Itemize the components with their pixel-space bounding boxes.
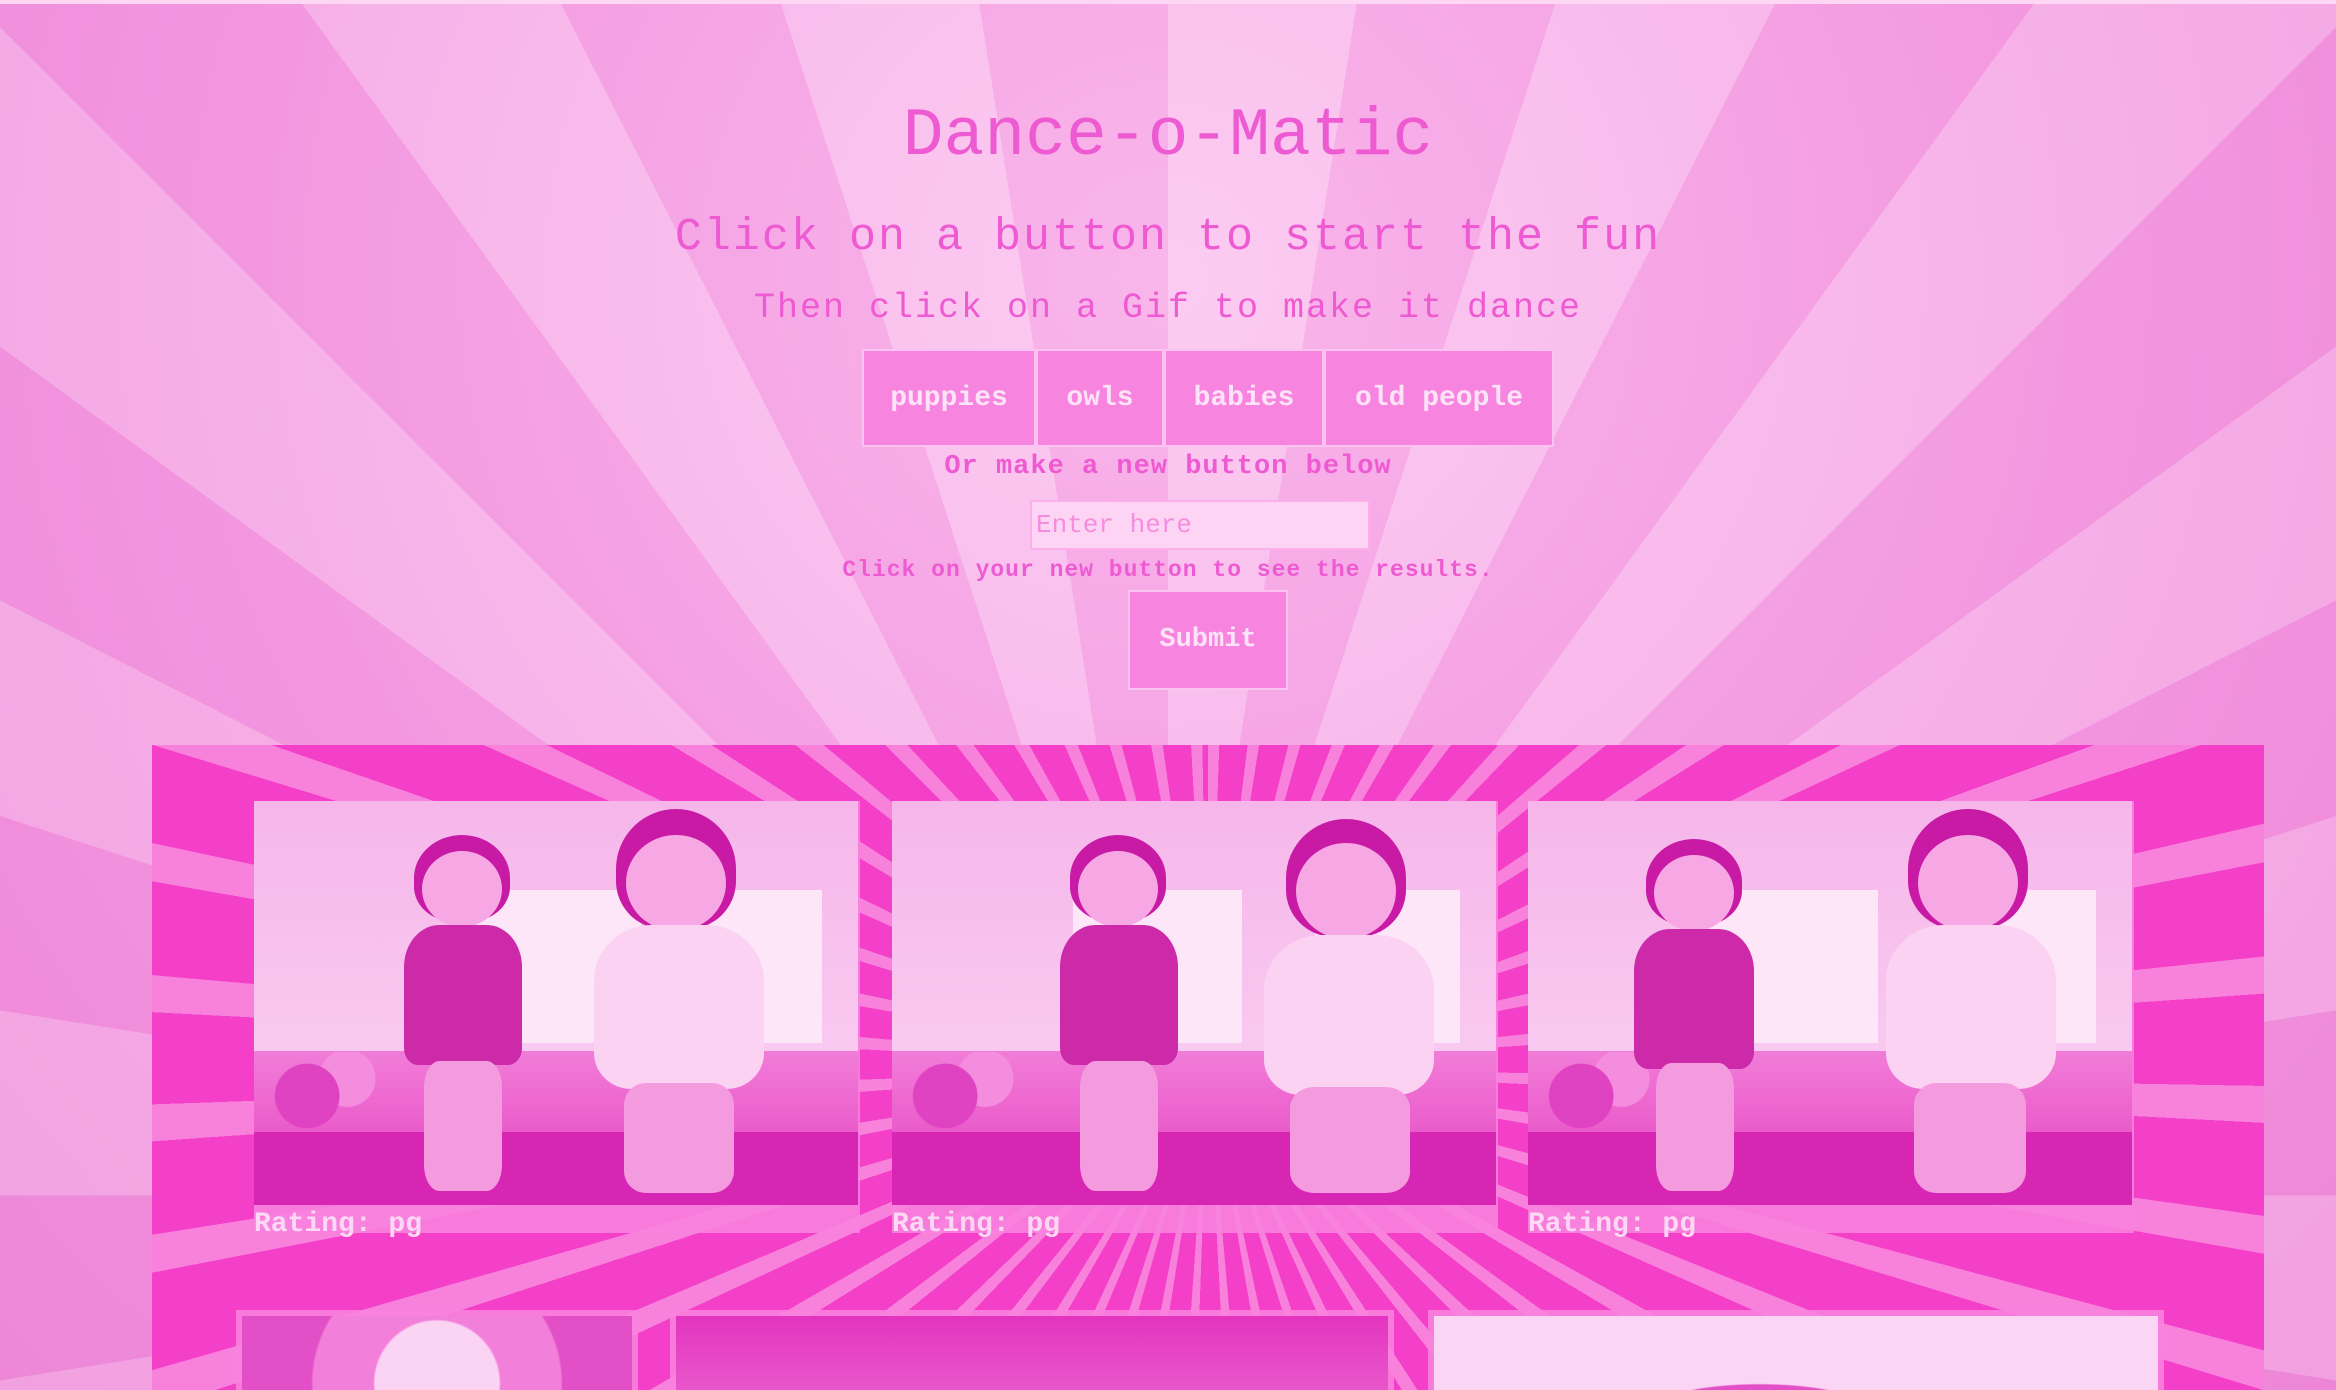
submit-button[interactable]: Submit bbox=[1128, 590, 1288, 690]
child-legs bbox=[1080, 1061, 1158, 1191]
topic-button-babies[interactable]: babies bbox=[1164, 349, 1324, 447]
gif-card: Rating: pg bbox=[892, 801, 1498, 1240]
child-body bbox=[594, 925, 764, 1089]
new-button-hint: Click on your new button to see the resu… bbox=[842, 557, 1494, 583]
new-topic-input[interactable] bbox=[1030, 500, 1370, 550]
child-body bbox=[1886, 925, 2056, 1089]
child-legs bbox=[1656, 1063, 1734, 1191]
gif-card bbox=[1428, 1310, 2164, 1390]
child-body bbox=[1264, 935, 1434, 1095]
gif-scene-flowers bbox=[892, 1051, 1025, 1141]
gif-card: Rating: pg bbox=[1528, 801, 2134, 1240]
page-title: Dance-o-Matic bbox=[902, 98, 1434, 175]
new-button-prompt: Or make a new button below bbox=[944, 452, 1392, 482]
gif-image[interactable] bbox=[254, 801, 858, 1205]
gif-image[interactable] bbox=[1434, 1316, 2158, 1390]
child-body bbox=[1634, 929, 1754, 1069]
child-legs bbox=[1290, 1087, 1410, 1193]
subtitle-secondary: Then click on a Gif to make it dance bbox=[753, 288, 1583, 328]
topic-button-owls[interactable]: owls bbox=[1036, 349, 1164, 447]
child-legs bbox=[1914, 1083, 2026, 1193]
gif-card: Rating: pg bbox=[254, 801, 860, 1240]
child-face bbox=[1296, 843, 1396, 939]
gif-card bbox=[236, 1310, 638, 1390]
gif-scene-flowers bbox=[254, 1051, 387, 1141]
child-face bbox=[422, 851, 502, 927]
child-body bbox=[1060, 925, 1178, 1065]
topic-button-row: puppies owls babies old people bbox=[862, 349, 1554, 447]
gif-image[interactable] bbox=[242, 1316, 632, 1390]
child-face bbox=[1078, 851, 1158, 927]
gif-scene-floor bbox=[254, 1132, 858, 1205]
gif-rating: Rating: pg bbox=[892, 1209, 1061, 1240]
gif-rating: Rating: pg bbox=[254, 1209, 423, 1240]
gif-results-panel: Rating: pg Rating: pg Rating: pg bbox=[152, 745, 2264, 1390]
top-border bbox=[0, 0, 2336, 4]
gif-scene-floor bbox=[1528, 1132, 2132, 1205]
child-body bbox=[404, 925, 522, 1065]
gif-card bbox=[670, 1310, 1394, 1390]
topic-button-puppies[interactable]: puppies bbox=[862, 349, 1036, 447]
topic-button-old-people[interactable]: old people bbox=[1324, 349, 1554, 447]
child-face bbox=[626, 835, 726, 931]
gif-image[interactable] bbox=[1528, 801, 2132, 1205]
child-face bbox=[1918, 835, 2018, 931]
gif-image[interactable] bbox=[892, 801, 1496, 1205]
child-legs bbox=[624, 1083, 734, 1193]
gif-rating: Rating: pg bbox=[1528, 1209, 1697, 1240]
gif-image[interactable] bbox=[676, 1316, 1388, 1390]
subtitle: Click on a button to start the fun bbox=[674, 212, 1662, 263]
child-legs bbox=[424, 1061, 502, 1191]
child-face bbox=[1654, 855, 1734, 931]
